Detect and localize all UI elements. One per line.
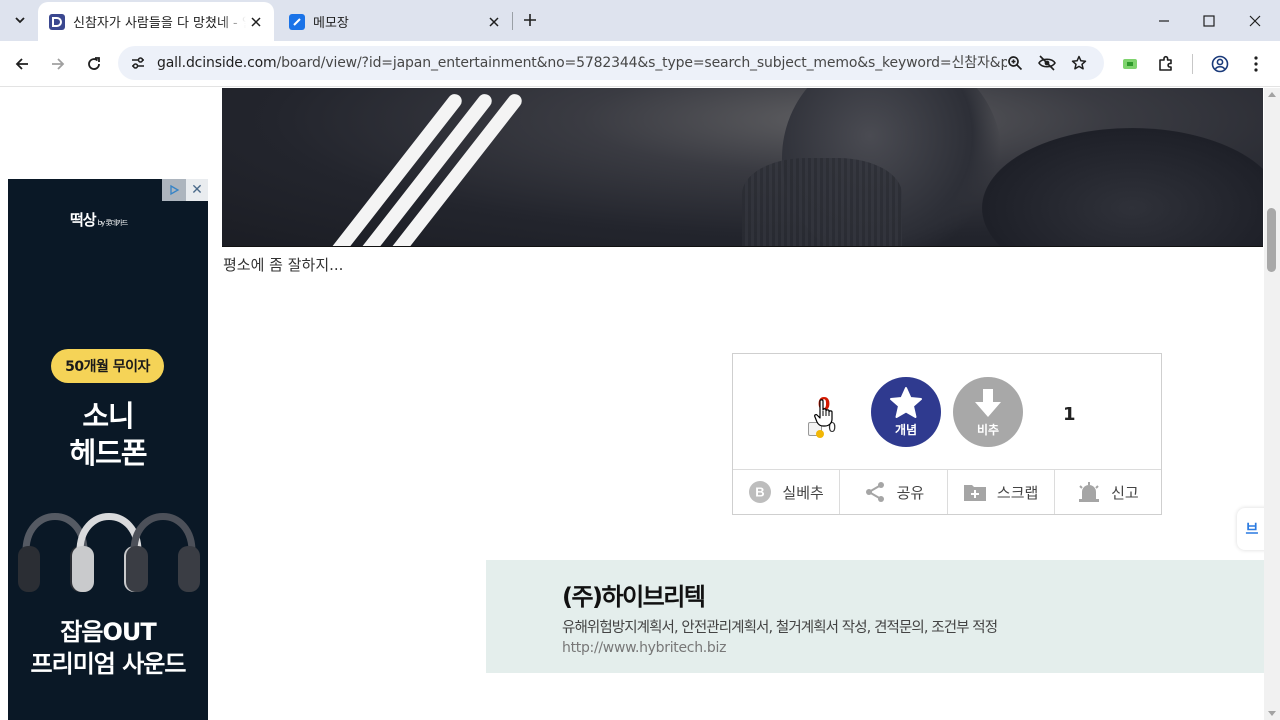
url-text: gall.dcinside.com/board/view/?id=japan_e… xyxy=(157,46,1007,80)
post-caption: 평소에 좀 잘하지... xyxy=(223,256,344,274)
banner-url[interactable]: http://www.hybritech.biz xyxy=(562,640,726,656)
address-bar[interactable]: gall.dcinside.com/board/view/?id=japan_e… xyxy=(118,46,1104,80)
ad-brand: 떡상 by 롯데카드 xyxy=(70,209,129,230)
browser-toolbar: gall.dcinside.com/board/view/?id=japan_e… xyxy=(0,41,1280,87)
ad-choices-icon[interactable] xyxy=(162,179,186,201)
post-image xyxy=(222,88,1263,247)
url-host: gall.dcinside.com xyxy=(157,55,277,71)
folder-plus-icon xyxy=(963,480,987,504)
company-banner-ad[interactable]: (주)하이브리텍 유해위험방지계획서, 안전관리계획서, 철거계획서 작성, 견… xyxy=(486,560,1264,673)
report-label: 신고 xyxy=(1111,483,1139,502)
tracking-protection-icon[interactable] xyxy=(1035,51,1059,75)
headphones-image-icon xyxy=(126,513,200,592)
scrap-label: 스크랩 xyxy=(996,483,1039,502)
minimize-button[interactable] xyxy=(1141,0,1187,41)
extension-green-icon[interactable] xyxy=(1116,50,1144,78)
upvote-label: 개념 xyxy=(894,423,918,437)
minimize-icon xyxy=(1159,19,1169,22)
ad-subline-1: 잡음OUT xyxy=(60,618,156,646)
ad-headline-2: 헤드폰 xyxy=(69,436,147,470)
downvote-label: 비추 xyxy=(976,423,1000,437)
ad-close-icon[interactable]: ✕ xyxy=(186,179,208,201)
ad-close-controls[interactable]: ✕ xyxy=(162,179,208,201)
ad-headline-1: 소니 xyxy=(82,399,134,433)
memo-favicon-icon xyxy=(289,13,305,30)
zoom-icon[interactable] xyxy=(1003,51,1027,75)
tab-dcinside[interactable]: 신참자가 사람들을 다 망쳤네 - 일본 연예계 갤러리 xyxy=(38,2,274,41)
reload-icon xyxy=(88,57,100,70)
side-floating-tab[interactable]: 브 xyxy=(1237,508,1267,550)
web-page: 평소에 좀 잘하지... ✕ 떡상 by 롯데카드 50개월 무이자 소니 헤드폰 xyxy=(0,88,1264,720)
tab-title: 신참자가 사람들을 다 망쳤네 - 일본 연예계 갤러리 xyxy=(73,16,246,31)
tab-title: 메모장 xyxy=(313,16,349,31)
scroll-up-arrow-icon[interactable] xyxy=(1268,92,1276,97)
new-tab-button[interactable] xyxy=(518,8,542,32)
arrow-left-icon xyxy=(15,58,28,70)
site-info-icon[interactable] xyxy=(126,51,150,75)
tab-search-button[interactable] xyxy=(8,8,32,32)
toolbar-divider xyxy=(1192,54,1193,74)
share-icon xyxy=(863,480,887,504)
arrow-right-icon xyxy=(52,58,65,70)
extensions-puzzle-icon[interactable] xyxy=(1152,50,1180,78)
tab-close-icon[interactable] xyxy=(484,12,504,32)
svg-text:B: B xyxy=(756,485,765,500)
star-icon xyxy=(890,387,922,418)
close-window-button[interactable] xyxy=(1232,0,1278,41)
share-label: 공유 xyxy=(896,483,925,502)
maximize-icon xyxy=(1203,14,1215,27)
report-button[interactable]: 신고 xyxy=(1055,470,1161,514)
tab-separator xyxy=(512,12,513,30)
dcinside-favicon-icon xyxy=(49,13,65,30)
tab-strip: 신참자가 사람들을 다 망쳤네 - 일본 연예계 갤러리 메모장 xyxy=(0,0,1280,41)
chevron-down-icon xyxy=(15,17,25,24)
ad-promo-pill: 50개월 무이자 xyxy=(51,349,164,383)
ad-brand-sub: by 롯데카드 xyxy=(97,219,129,227)
sidebar-advertisement[interactable]: ✕ 떡상 by 롯데카드 50개월 무이자 소니 헤드폰 잡음OUT 프리미엄 사… xyxy=(8,179,208,720)
close-icon xyxy=(1249,15,1261,26)
url-path: /board/view/?id=japan_entertainment&no=5… xyxy=(276,55,1007,71)
share-button[interactable]: 공유 xyxy=(840,470,948,514)
down-arrow-icon xyxy=(975,389,1001,417)
best-recommend-label: 실베추 xyxy=(782,483,824,502)
plus-icon xyxy=(524,14,536,26)
ad-subline-2: 프리미엄 사운드 xyxy=(30,650,187,678)
downvote-count: 1 xyxy=(1063,404,1076,425)
tab-memo[interactable]: 메모장 xyxy=(278,2,512,41)
upvote-button[interactable]: 개념 xyxy=(871,377,941,447)
forward-button[interactable] xyxy=(42,48,74,80)
scroll-down-arrow-icon[interactable] xyxy=(1268,711,1276,716)
reload-button[interactable] xyxy=(78,48,110,80)
banner-description: 유해위험방지계획서, 안전관리계획서, 철거계획서 작성, 견적문의, 조건부 … xyxy=(562,620,998,636)
scroll-thumb[interactable] xyxy=(1267,208,1276,272)
profile-avatar-icon[interactable] xyxy=(1206,50,1234,78)
best-recommend-button[interactable]: B 실베추 xyxy=(733,470,841,514)
tab-close-icon[interactable] xyxy=(246,12,266,32)
recommend-box: 0 0 개념 비추 1 B 실베추 공유 스크랩 신고 xyxy=(732,353,1162,515)
more-menu-icon[interactable] xyxy=(1242,50,1270,78)
hand-cursor-icon xyxy=(814,399,833,427)
siren-icon xyxy=(1077,480,1101,504)
best-b-icon: B xyxy=(748,480,772,504)
page-scrollbar[interactable] xyxy=(1264,88,1280,720)
post-actions: B 실베추 공유 스크랩 신고 xyxy=(733,469,1161,514)
downvote-button[interactable]: 비추 xyxy=(953,377,1023,447)
vote-area: 0 0 개념 비추 1 xyxy=(733,354,1161,469)
banner-company-name: (주)하이브리텍 xyxy=(562,583,706,611)
bookmark-star-icon[interactable] xyxy=(1067,51,1091,75)
ad-brand-name: 떡상 xyxy=(70,211,97,229)
maximize-button[interactable] xyxy=(1186,0,1232,41)
scrap-button[interactable]: 스크랩 xyxy=(948,470,1055,514)
back-button[interactable] xyxy=(6,48,38,80)
